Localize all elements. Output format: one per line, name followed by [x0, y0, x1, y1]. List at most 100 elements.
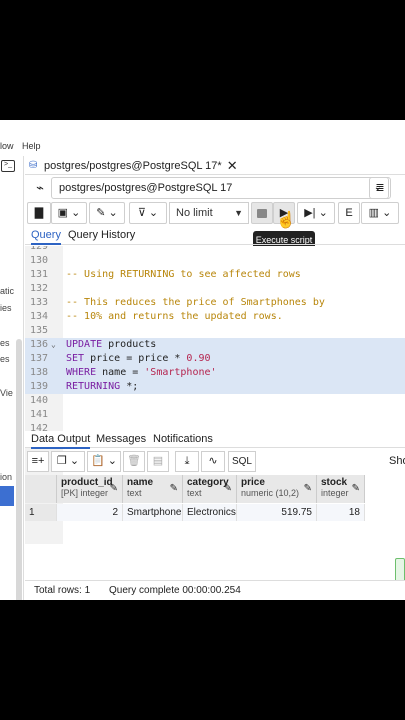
total-rows-status: Total rows: 1: [34, 585, 91, 596]
delete-icon[interactable]: 🗑: [123, 451, 145, 472]
line-number: 132: [29, 283, 48, 294]
cell-price[interactable]: 519.75: [237, 504, 317, 521]
connection-row: ⌁ postgres/postgres@PostgreSQL 17 ⌄ ≣: [25, 177, 405, 199]
editor-tab-bar: ⛁ postgres/postgres@PostgreSQL 17* ✕: [25, 156, 405, 175]
pgadmin-screen: low Help >_ atic ies es es Vie ion ⛁ pos…: [0, 120, 405, 600]
connection-select[interactable]: postgres/postgres@PostgreSQL 17 ⌄: [51, 177, 389, 199]
row-number[interactable]: 1: [25, 504, 57, 521]
pencil-icon: ✎: [169, 483, 178, 494]
column-header-product-id[interactable]: product_id [PK] integer ✎: [57, 475, 123, 503]
editor-line[interactable]: 130: [25, 254, 405, 268]
object-explorer-sidebar: >_ atic ies es es Vie ion: [0, 156, 24, 600]
sidebar-item-fragment[interactable]: es: [0, 354, 10, 364]
editor-line[interactable]: 139 RETURNING *;: [25, 380, 405, 394]
tab-query-history[interactable]: Query History: [68, 229, 135, 241]
menu-item-window[interactable]: low: [0, 141, 14, 151]
database-icon: ⛁: [29, 160, 38, 171]
column-type: numeric (10,2): [241, 488, 300, 498]
download-icon[interactable]: ⤓: [175, 451, 199, 472]
grid-scroll-handle[interactable]: [395, 558, 405, 582]
query-subtabs: Query Query History: [25, 227, 405, 245]
editor-line[interactable]: 131 -- Using RETURNING to see affected ro…: [25, 268, 405, 282]
menu-bar: low Help: [0, 120, 405, 151]
row-number-header: [25, 475, 57, 503]
line-number: 133: [29, 297, 48, 308]
row-limit-select[interactable]: No limit ▼: [169, 202, 249, 224]
sidebar-item-fragment[interactable]: ion: [0, 472, 12, 482]
editor-line[interactable]: 138 WHERE name = 'Smartphone': [25, 366, 405, 380]
stop-icon: [257, 208, 267, 218]
menu-item-help[interactable]: Help: [22, 141, 41, 151]
line-number: 131: [29, 269, 48, 280]
stop-button[interactable]: [251, 202, 273, 224]
line-number: 141: [29, 409, 48, 420]
query-tool-tab[interactable]: ⛁ postgres/postgres@PostgreSQL 17* ✕: [29, 157, 238, 174]
line-number: 129: [29, 246, 48, 252]
copy-button[interactable]: ❐ ⌄: [51, 451, 85, 472]
tab-label: postgres/postgres@PostgreSQL 17*: [44, 159, 222, 172]
line-number: 136: [29, 339, 48, 350]
editor-line[interactable]: 140: [25, 394, 405, 408]
sidebar-item-fragment[interactable]: Vie: [0, 388, 13, 398]
editor-line[interactable]: 135: [25, 324, 405, 338]
column-header-stock[interactable]: stock integer ✎: [317, 475, 365, 503]
graph-icon[interactable]: ∿: [201, 451, 225, 472]
row-limit-label: No limit: [176, 207, 213, 219]
pencil-icon: ✎: [223, 483, 232, 494]
query-toolbar: ▇ ▣ ⌄ ✎ ⌄ ⊽ ⌄ No limit ▼ ▶ ▶| ⌄ E ▥ ⌄: [25, 202, 405, 224]
cell-stock[interactable]: 18: [317, 504, 365, 521]
sidebar-item-fragment[interactable]: es: [0, 338, 10, 348]
column-header-category[interactable]: category text ✎: [183, 475, 237, 503]
sql-button[interactable]: SQL: [228, 451, 256, 472]
line-number: 135: [29, 325, 48, 336]
paste-button[interactable]: 📋 ⌄: [87, 451, 121, 472]
query-complete-status: Query complete 00:00:00.254: [109, 585, 241, 596]
status-bar: Total rows: 1 Query complete 00:00:00.25…: [25, 580, 405, 600]
editor-line[interactable]: 137 SET price = price * 0.90: [25, 352, 405, 366]
show-label[interactable]: Sho: [389, 455, 405, 467]
code-text: RETURNING *;: [66, 381, 139, 392]
editor-line[interactable]: 132: [25, 282, 405, 296]
column-header-name[interactable]: name text ✎: [123, 475, 183, 503]
edit-pen-button[interactable]: ✎ ⌄: [89, 202, 125, 224]
editor-line[interactable]: 134 -- 10% and returns the updated rows.: [25, 310, 405, 324]
tab-query[interactable]: Query: [31, 229, 61, 245]
line-number: 140: [29, 395, 48, 406]
cell-category[interactable]: Electronics: [183, 504, 237, 521]
explain-button[interactable]: E: [338, 202, 360, 224]
pencil-icon: ✎: [351, 483, 360, 494]
tab-notifications[interactable]: Notifications: [153, 433, 213, 445]
editor-line[interactable]: 133 -- This reduces the price of Smartpho…: [25, 296, 405, 310]
code-text: -- Using RETURNING to see affected rows: [66, 269, 301, 280]
sidebar-scrollbar[interactable]: [16, 339, 22, 600]
tab-data-output[interactable]: Data Output: [31, 433, 91, 449]
editor-line[interactable]: 129: [25, 246, 405, 254]
column-name: price: [241, 477, 265, 488]
close-icon[interactable]: ✕: [227, 158, 238, 174]
explain-analyze-button[interactable]: ▥ ⌄: [361, 202, 399, 224]
filter-button[interactable]: ⊽ ⌄: [129, 202, 167, 224]
line-number: 138: [29, 367, 48, 378]
tab-messages[interactable]: Messages: [96, 433, 146, 445]
plug-icon[interactable]: ⌁: [31, 179, 49, 197]
database-stack-icon[interactable]: ≣: [369, 177, 391, 199]
line-number: 139: [29, 381, 48, 392]
cell-product-id[interactable]: 2: [57, 504, 123, 521]
editor-line[interactable]: 136 ⌄ UPDATE products: [25, 338, 405, 352]
psql-tool-icon[interactable]: >_: [1, 160, 15, 172]
column-header-price[interactable]: price numeric (10,2) ✎: [237, 475, 317, 503]
sidebar-item-fragment[interactable]: ies: [0, 303, 12, 313]
save-data-icon[interactable]: ▤: [147, 451, 169, 472]
add-row-icon[interactable]: ≡+: [27, 451, 49, 472]
sidebar-item-fragment[interactable]: atic: [0, 286, 14, 296]
save-button[interactable]: ▣ ⌄: [51, 202, 87, 224]
cell-name[interactable]: Smartphone: [123, 504, 183, 521]
execute-options-button[interactable]: ▶| ⌄: [297, 202, 335, 224]
fold-chevron-icon[interactable]: ⌄: [51, 338, 56, 352]
chevron-down-icon: ▼: [234, 208, 243, 218]
editor-line[interactable]: 141: [25, 408, 405, 422]
pencil-icon: ✎: [303, 483, 312, 494]
open-folder-icon[interactable]: ▇: [27, 202, 51, 224]
results-toolbar: ≡+ ❐ ⌄ 📋 ⌄ 🗑 ▤ ⤓ ∿ SQL Sho: [25, 451, 405, 473]
code-text: UPDATE products: [66, 339, 157, 350]
